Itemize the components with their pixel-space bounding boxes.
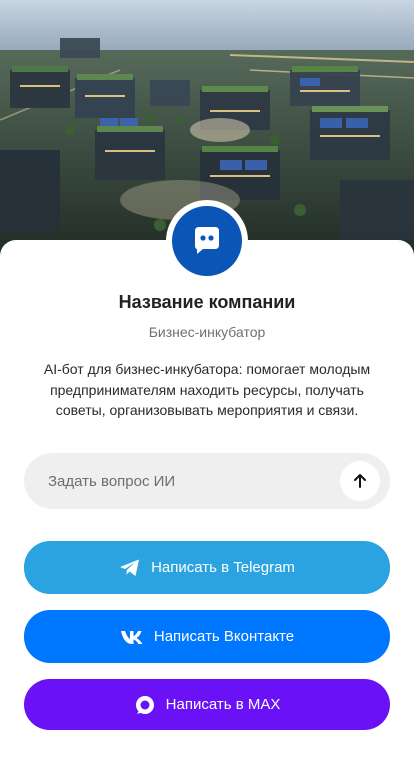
avatar-circle xyxy=(172,206,242,276)
max-button[interactable]: Написать в MAX xyxy=(24,679,390,730)
ask-ai-box xyxy=(24,453,390,509)
telegram-icon xyxy=(119,558,141,578)
telegram-button-label: Написать в Telegram xyxy=(151,559,295,576)
telegram-button[interactable]: Написать в Telegram xyxy=(24,541,390,594)
arrow-up-icon xyxy=(354,474,366,488)
vk-icon xyxy=(120,629,144,645)
vk-button[interactable]: Написать Вконтакте xyxy=(24,610,390,663)
company-type: Бизнес-инкубатор xyxy=(148,324,266,340)
max-icon xyxy=(134,694,156,716)
company-name: Название компании xyxy=(118,292,296,312)
ask-ai-input[interactable] xyxy=(24,453,324,509)
company-description: AI-бот для бизнес-инкубатора: помогает м… xyxy=(43,361,371,418)
company-avatar xyxy=(166,200,248,282)
vk-button-label: Написать Вконтакте xyxy=(153,628,295,645)
send-button[interactable] xyxy=(340,461,380,501)
max-button-label: Написать в MAX xyxy=(165,696,281,713)
chat-bot-icon xyxy=(195,227,219,254)
